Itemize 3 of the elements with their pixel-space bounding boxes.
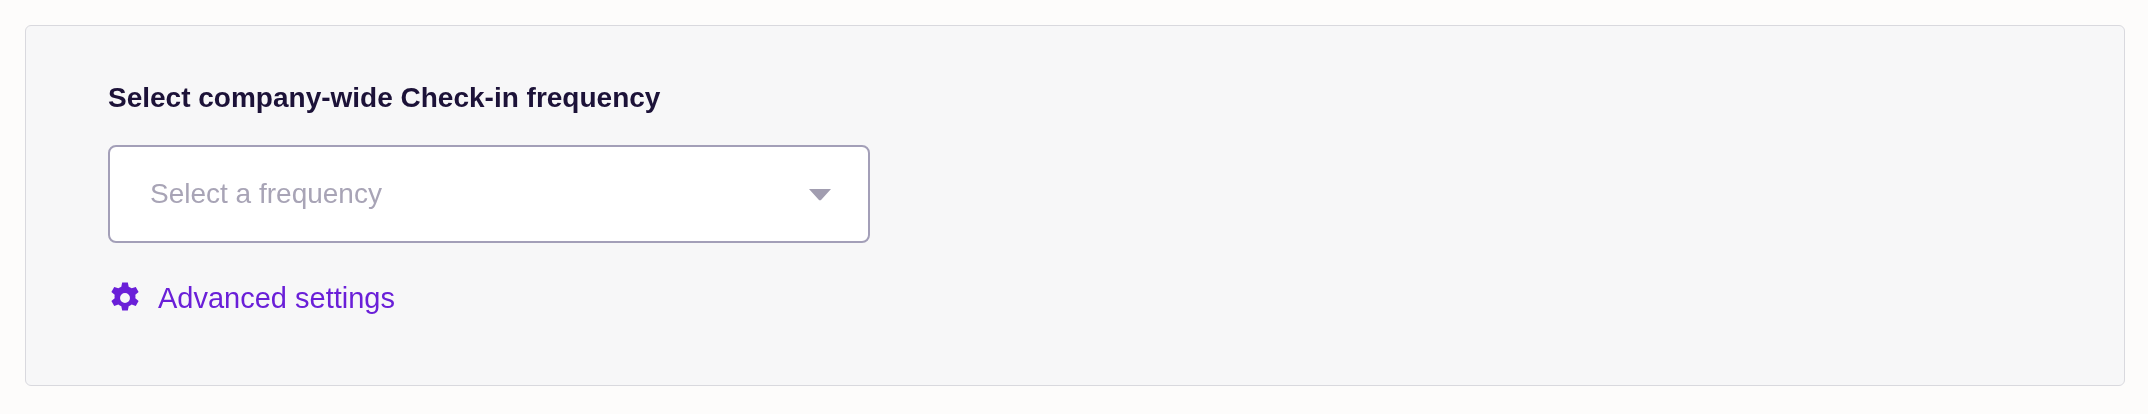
advanced-settings-link[interactable]: Advanced settings (108, 281, 395, 315)
caret-icon (808, 187, 832, 201)
section-title: Select company-wide Check-in frequency (108, 81, 661, 115)
